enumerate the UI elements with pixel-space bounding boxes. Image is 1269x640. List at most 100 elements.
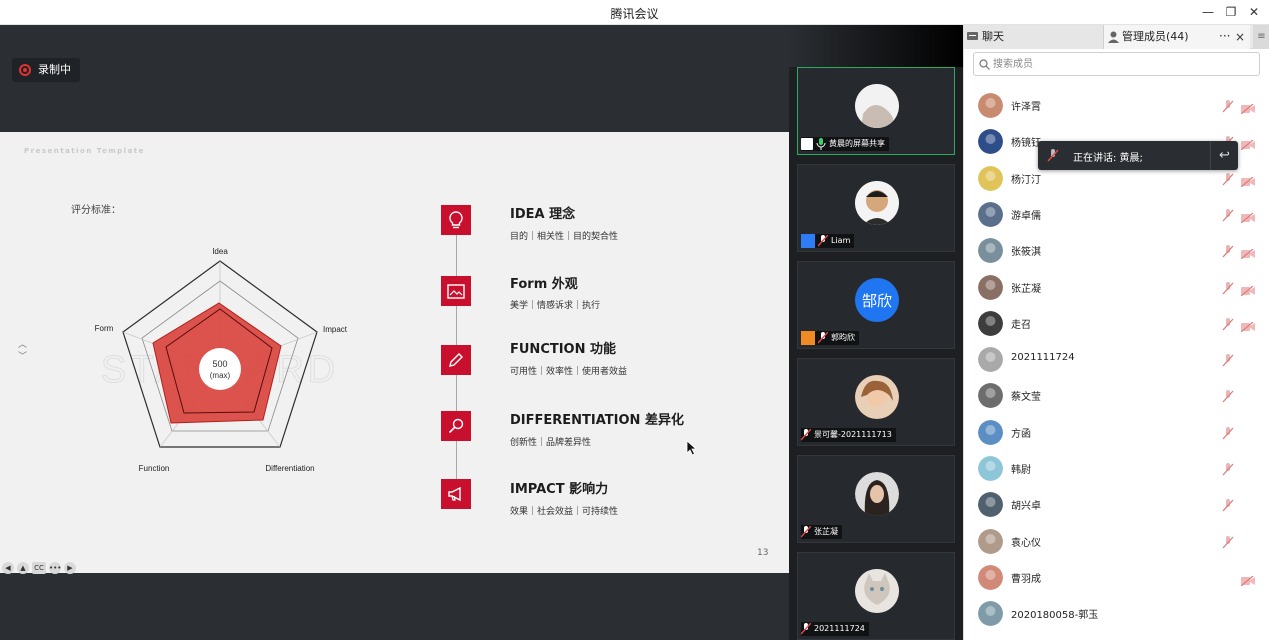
bulb-icon [441,205,471,235]
avatar [978,492,1003,518]
timeline-title: FUNCTION 功能 [510,342,617,357]
camera-off-icon[interactable] [1240,317,1255,336]
caption-icon[interactable]: CC [32,562,46,574]
video-tile[interactable]: 郜欣 郭昀欣 [797,261,955,349]
mic-off-icon[interactable] [1222,461,1234,480]
screen-share-icon [801,138,813,150]
avatar [978,274,1003,300]
video-gallery: 黄晨的屏幕共享 Liam 郜欣 郭昀欣 景可馨-2021111713 张芷凝 2… [789,25,963,640]
camera-off-icon[interactable] [1240,135,1255,154]
presentation-slide: Presentation Template 评分标准： ︿ ﹀ STANDARD… [0,132,789,573]
avatar [978,347,1003,373]
sidebar-tabs: 聊天 管理成员(44) ··· × ≡ [964,25,1269,49]
member-row[interactable]: 胡兴卓 [964,486,1269,522]
chat-icon [967,32,978,40]
restore-button[interactable]: ❐ [1220,3,1242,21]
participant-name: 景可馨-2021111713 [814,430,892,439]
member-name: 走召 [1011,319,1031,331]
avatar [978,238,1003,264]
next-slide-icon[interactable]: ▶ [64,562,76,574]
radar-center-note: (max) [210,371,231,380]
camera-off-icon[interactable] [1240,99,1255,118]
speaking-indicator: 正在讲话: 黄晨; ↩ [1038,141,1238,170]
more-icon[interactable]: ••• [49,562,61,574]
tab-chat[interactable]: 聊天 [964,25,1104,49]
mic-off-icon[interactable] [1222,280,1234,299]
member-name: 蔡文莹 [1011,392,1041,404]
members-sidebar: 聊天 管理成员(44) ··· × ≡ 许泽霄杨镜钰杨汀汀游卓儒张筱淇张芷凝走召… [963,25,1269,640]
more-options-button[interactable]: ··· [1219,25,1230,47]
mic-off-icon[interactable] [1222,243,1234,262]
return-icon[interactable]: ↩ [1210,141,1238,170]
mic-off-icon[interactable] [1222,316,1234,335]
timeline-subtitle: 创新性｜品牌差异性 [510,438,592,448]
member-name: 杨汀汀 [1011,174,1041,186]
member-row[interactable]: 游卓儒 [964,196,1269,232]
camera-off-icon[interactable] [1240,571,1255,590]
user-icon [801,234,815,248]
minimize-button[interactable]: — [1197,3,1219,21]
avatar [978,456,1003,481]
chevron-down-icon[interactable]: ﹀ [18,351,27,363]
camera-off-icon[interactable] [1240,208,1255,227]
recording-indicator[interactable]: 录制中 [12,58,80,82]
camera-off-icon[interactable] [1240,244,1255,263]
member-name: 张芷凝 [1011,283,1041,295]
video-tile[interactable]: 景可馨-2021111713 [797,358,955,446]
video-tile[interactable]: 黄晨的屏幕共享 [797,67,955,155]
mic-off-icon[interactable] [1222,425,1234,444]
mic-off-icon[interactable] [1222,534,1234,553]
video-tile[interactable]: 2021111724 [797,552,955,640]
avatar [855,472,899,516]
pen-icon [441,345,471,375]
participant-name: 2021111724 [814,624,865,633]
timeline-subtitle: 目的｜相关性｜目的契合性 [510,232,619,242]
avatar [855,84,899,128]
close-panel-button[interactable]: × [1235,25,1245,49]
recording-label: 录制中 [38,63,71,76]
video-tile-name-tag: Liam [801,234,855,248]
mic-off-icon[interactable] [1222,352,1234,371]
member-name: 曹羽成 [1011,573,1041,585]
mic-off-icon[interactable] [1222,497,1234,516]
search-input[interactable] [993,56,1243,72]
member-row[interactable]: 曹羽成 [964,559,1269,595]
video-tile[interactable]: Liam [797,164,955,252]
member-name: 许泽霄 [1011,102,1041,113]
close-button[interactable]: ✕ [1243,3,1265,21]
mic-off-icon[interactable] [1222,98,1234,117]
member-row[interactable]: 许泽霄 [964,87,1269,123]
menu-icon[interactable]: ≡ [1253,25,1269,49]
pen-tool-icon[interactable]: ▲ [17,562,29,574]
avatar: 郜欣 [855,278,899,322]
video-tile[interactable]: 张芷凝 [797,455,955,543]
member-row[interactable]: 张筱淇 [964,232,1269,268]
member-row[interactable]: 韩尉 [964,450,1269,486]
member-search [973,52,1260,76]
member-name: 游卓儒 [1011,210,1041,222]
member-row[interactable]: 袁心仪 [964,523,1269,559]
member-row[interactable]: 2021111724 [964,341,1269,377]
member-row[interactable]: 张芷凝 [964,269,1269,305]
user-icon [801,331,815,345]
speaking-label: 正在讲话: 黄晨; [1073,153,1143,164]
megaphone-icon [441,479,471,509]
member-row[interactable]: 蔡文莹 [964,377,1269,413]
search-icon [979,59,990,70]
mic-off-icon[interactable] [1222,171,1234,190]
camera-off-icon[interactable] [1240,281,1255,300]
title-bar: 腾讯会议 — ❐ ✕ [0,0,1269,25]
mic-off-icon[interactable] [1222,207,1234,226]
member-row[interactable]: 方函 [964,414,1269,450]
member-row[interactable]: 走召 [964,305,1269,341]
mic-off-icon[interactable] [1222,388,1234,407]
radar-axis-label: Impact [323,325,348,334]
chevron-up-icon[interactable]: ︿ [18,339,27,351]
prev-slide-icon[interactable]: ◀ [2,562,14,574]
member-name: 韩尉 [1011,465,1031,476]
member-row[interactable]: 2020180058-郭玉 [964,595,1269,631]
video-tile-name-tag: 张芷凝 [801,525,842,539]
video-tile-name-tag: 黄晨的屏幕共享 [801,137,889,151]
camera-off-icon[interactable] [1240,172,1255,191]
slide-nav-arrows[interactable]: ︿ ﹀ [18,339,27,363]
